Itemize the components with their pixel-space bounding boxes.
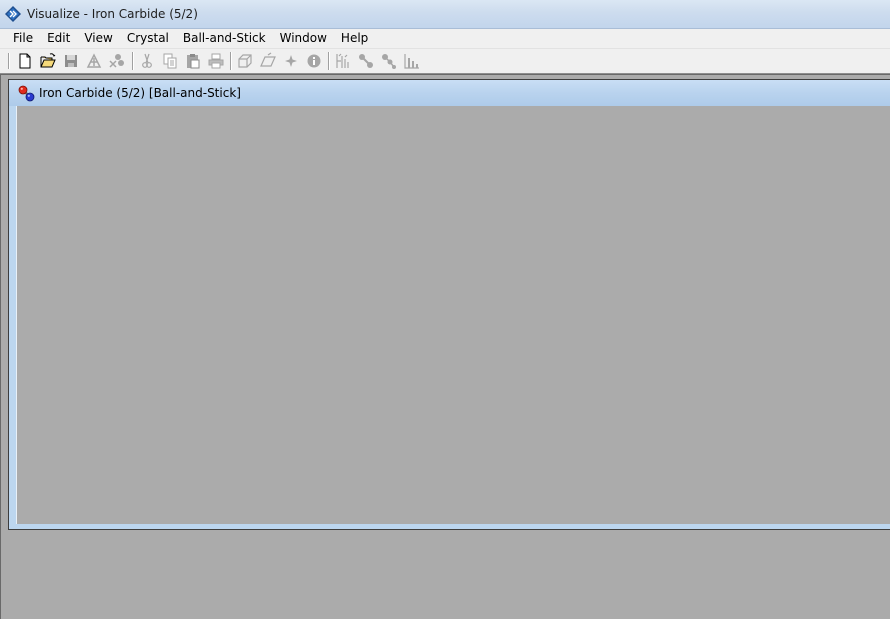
paste-button[interactable]: [184, 52, 202, 70]
menu-window[interactable]: Window: [273, 29, 334, 48]
toolbar-separator: [132, 52, 134, 70]
bond-button[interactable]: [357, 52, 375, 70]
cell-icon: [238, 54, 252, 68]
menu-bar: File Edit View Crystal Ball-and-Stick Wi…: [0, 29, 890, 48]
window-title: Visualize - Iron Carbide (5/2): [27, 7, 198, 21]
child-window-title-bar[interactable]: Iron Carbide (5/2) [Ball-and-Stick]: [9, 80, 890, 106]
menu-ball-and-stick[interactable]: Ball-and-Stick: [176, 29, 273, 48]
save-icon: [65, 55, 77, 67]
print-button[interactable]: [207, 52, 225, 70]
delete-atoms-button[interactable]: [108, 52, 126, 70]
histogram-button[interactable]: [403, 52, 421, 70]
build-button[interactable]: [85, 52, 103, 70]
menu-file[interactable]: File: [6, 29, 40, 48]
build-icon: [86, 53, 102, 68]
save-button[interactable]: [62, 52, 80, 70]
cell-button[interactable]: [236, 52, 254, 70]
menu-view[interactable]: View: [77, 29, 119, 48]
angle-button[interactable]: [380, 52, 398, 70]
cut-button[interactable]: [138, 52, 156, 70]
paste-icon: [187, 54, 200, 69]
plane-icon: [260, 52, 276, 67]
star-icon: [285, 55, 297, 67]
copy-icon: [163, 53, 177, 69]
star-button[interactable]: [282, 52, 300, 70]
new-button[interactable]: [16, 52, 34, 70]
open-button[interactable]: [39, 52, 57, 70]
toolbar: [0, 48, 890, 74]
menu-edit[interactable]: Edit: [40, 29, 77, 48]
measure-icon: [336, 53, 349, 68]
toolbar-grip[interactable]: [8, 53, 10, 69]
info-button[interactable]: [305, 52, 323, 70]
child-window-title: Iron Carbide (5/2) [Ball-and-Stick]: [39, 86, 241, 100]
cut-icon: [142, 53, 152, 68]
ball-and-stick-icon[interactable]: [18, 85, 35, 102]
new-icon: [19, 53, 31, 69]
plane-button[interactable]: [259, 52, 277, 70]
measure-button[interactable]: [334, 52, 352, 70]
angle-icon: [382, 54, 396, 69]
title-bar[interactable]: Visualize - Iron Carbide (5/2): [0, 0, 890, 29]
bond-icon: [359, 54, 373, 68]
copy-button[interactable]: [161, 52, 179, 70]
child-window[interactable]: Iron Carbide (5/2) [Ball-and-Stick]: [8, 79, 890, 530]
open-icon: [40, 53, 56, 68]
delete-atoms-icon: [109, 54, 124, 68]
app-icon: [5, 6, 21, 22]
menu-crystal[interactable]: Crystal: [120, 29, 176, 48]
menu-help[interactable]: Help: [334, 29, 375, 48]
mdi-workspace: Iron Carbide (5/2) [Ball-and-Stick]: [0, 74, 890, 619]
structure-viewport[interactable]: [16, 106, 890, 524]
info-icon: [307, 54, 321, 68]
toolbar-separator: [230, 52, 232, 70]
histogram-icon: [404, 54, 419, 69]
print-icon: [208, 53, 224, 69]
toolbar-separator: [328, 52, 330, 70]
